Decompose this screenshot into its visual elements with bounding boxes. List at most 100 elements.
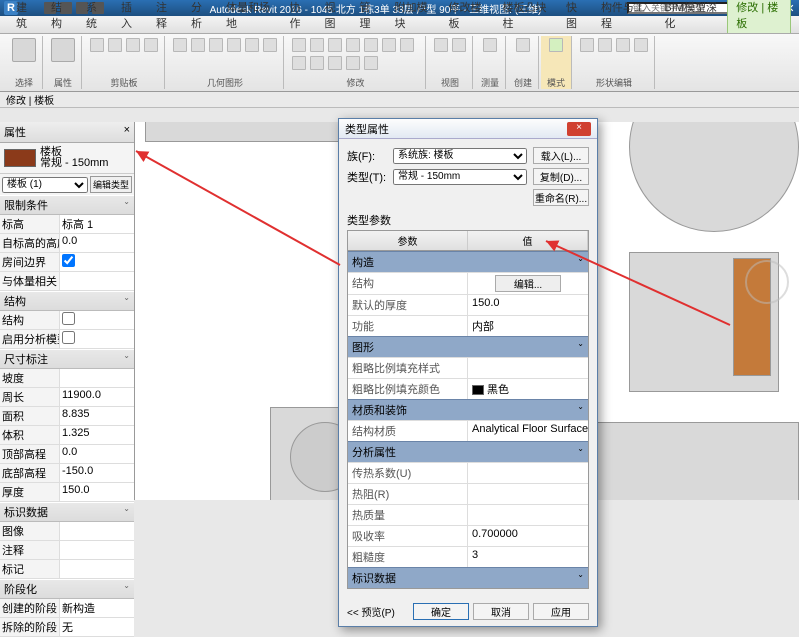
type-select[interactable]: 常规 - 150mm [393, 169, 527, 185]
ribbon-tab-active[interactable]: 修改 | 楼板 [727, 0, 791, 33]
paint-icon[interactable] [263, 38, 277, 52]
param-group[interactable]: 构造⌄ [348, 251, 588, 272]
room-bound-checkbox[interactable] [62, 254, 75, 267]
preview-toggle[interactable]: << 预览(P) [347, 604, 395, 619]
ribbon-tab[interactable]: 插入 [113, 0, 148, 33]
ribbon-tab[interactable]: 管理 [351, 0, 386, 33]
ribbon-tab[interactable]: 附加模块 [386, 0, 440, 33]
collapse-icon[interactable]: ⌄ [577, 254, 584, 270]
ribbon-tab[interactable]: 协作 [281, 0, 316, 33]
dialog-footer: << 预览(P) 确定 取消 应用 [339, 597, 597, 626]
measure-icon[interactable] [483, 38, 497, 52]
ribbon-tab[interactable]: 视图 [316, 0, 351, 33]
edit-type-button[interactable]: 编辑类型 [90, 176, 132, 193]
subelems-icon[interactable] [616, 38, 630, 52]
collapse-icon[interactable]: ⌄ [123, 197, 130, 213]
structural-checkbox[interactable] [62, 312, 75, 325]
delete-icon[interactable] [346, 56, 360, 70]
collapse-icon[interactable]: ⌄ [123, 504, 130, 520]
prop-row: 周长11900.0 [0, 388, 134, 407]
type-selector[interactable]: 楼板 常规 - 150mm [0, 143, 134, 174]
rename-button[interactable]: 重命名(R)... [533, 189, 589, 206]
dialog-close-button[interactable]: × [567, 122, 591, 136]
pin-icon[interactable] [328, 56, 342, 70]
offset-icon[interactable] [310, 38, 324, 52]
view-icon[interactable] [434, 38, 448, 52]
group-structural[interactable]: 结构⌄ [0, 291, 134, 311]
hide-icon[interactable] [452, 38, 466, 52]
collapse-icon[interactable]: ⌄ [577, 444, 584, 460]
floor-element[interactable] [629, 122, 799, 232]
ribbon-tab[interactable]: 体量和场地 [218, 0, 281, 33]
split-icon[interactable] [227, 38, 241, 52]
match-icon[interactable] [144, 38, 158, 52]
collapse-icon[interactable]: ⌄ [123, 581, 130, 597]
ribbon-tab[interactable]: 快图 [558, 0, 593, 33]
ribbon-tab[interactable]: 修改楼板 [440, 0, 494, 33]
ribbon-tab[interactable]: 楼板凸块柱 [494, 0, 557, 33]
family-select[interactable]: 系统族: 楼板 [393, 148, 527, 164]
properties-close-icon[interactable]: × [124, 124, 130, 140]
color-swatch-icon [472, 385, 484, 395]
group-icon[interactable] [364, 56, 378, 70]
options-bar: 修改 | 楼板 [0, 92, 799, 108]
group-constraints[interactable]: 限制条件⌄ [0, 195, 134, 215]
paste-icon[interactable] [90, 38, 104, 52]
add-point-icon[interactable] [580, 38, 594, 52]
view-cube[interactable] [745, 260, 789, 304]
instance-filter-select[interactable]: 楼板 (1) [2, 177, 88, 193]
demolish-icon[interactable] [245, 38, 259, 52]
scale-icon[interactable] [310, 56, 324, 70]
floor-element[interactable] [579, 422, 799, 500]
copy-icon[interactable] [126, 38, 140, 52]
join-icon[interactable] [209, 38, 223, 52]
create-icon[interactable] [516, 38, 530, 52]
param-group[interactable]: 标识数据⌄ [348, 567, 588, 588]
group-dimensions[interactable]: 尺寸标注⌄ [0, 349, 134, 369]
ribbon-tab[interactable]: 系统 [78, 0, 113, 33]
apply-button[interactable]: 应用 [533, 603, 589, 620]
load-button[interactable]: 载入(L)... [533, 147, 589, 164]
edit-structure-button[interactable]: 编辑... [495, 275, 561, 292]
collapse-icon[interactable]: ⌄ [577, 570, 584, 586]
type-selector-text: 楼板 常规 - 150mm [40, 147, 108, 169]
param-group[interactable]: 材质和装饰⌄ [348, 399, 588, 420]
reset-shape-icon[interactable] [634, 38, 648, 52]
copy2-icon[interactable] [364, 38, 378, 52]
panel-label: 测量 [481, 76, 499, 89]
cut-icon[interactable] [108, 38, 122, 52]
collapse-icon[interactable]: ⌄ [123, 351, 130, 367]
dialog-titlebar[interactable]: 类型属性 × [339, 119, 597, 139]
group-identity[interactable]: 标识数据⌄ [0, 502, 134, 522]
collapse-icon[interactable]: ⌄ [577, 339, 584, 355]
duplicate-button[interactable]: 复制(D)... [533, 168, 589, 185]
ribbon-tab[interactable]: 构件与工程 [593, 0, 656, 33]
analytical-checkbox[interactable] [62, 331, 75, 344]
param-group[interactable]: 分析属性⌄ [348, 441, 588, 462]
ribbon-tab[interactable]: 注释 [148, 0, 183, 33]
collapse-icon[interactable]: ⌄ [123, 293, 130, 309]
ok-button[interactable]: 确定 [413, 603, 469, 620]
properties-palette: 属性 × 楼板 常规 - 150mm 楼板 (1) 编辑类型 限制条件⌄ 标高标… [0, 122, 135, 500]
properties-icon[interactable] [51, 38, 75, 62]
prop-row: 拆除的阶段无 [0, 618, 134, 637]
rotate-icon[interactable] [382, 38, 396, 52]
ribbon-tab[interactable]: 建筑 [8, 0, 43, 33]
edit-boundary-icon[interactable] [549, 38, 563, 52]
cope-icon[interactable] [173, 38, 187, 52]
ribbon-tab[interactable]: 结构 [43, 0, 78, 33]
add-split-icon[interactable] [598, 38, 612, 52]
mirror-icon[interactable] [328, 38, 342, 52]
cancel-button[interactable]: 取消 [473, 603, 529, 620]
param-group[interactable]: 图形⌄ [348, 336, 588, 357]
trim-icon[interactable] [400, 38, 414, 52]
ribbon-tab[interactable]: 分析 [183, 0, 218, 33]
move-icon[interactable] [346, 38, 360, 52]
collapse-icon[interactable]: ⌄ [577, 402, 584, 418]
ribbon-tab[interactable]: BIM模型深化 [656, 0, 727, 33]
array-icon[interactable] [292, 56, 306, 70]
cut-geom-icon[interactable] [191, 38, 205, 52]
group-phasing[interactable]: 阶段化⌄ [0, 579, 134, 599]
align-icon[interactable] [292, 38, 306, 52]
modify-icon[interactable] [12, 38, 36, 62]
